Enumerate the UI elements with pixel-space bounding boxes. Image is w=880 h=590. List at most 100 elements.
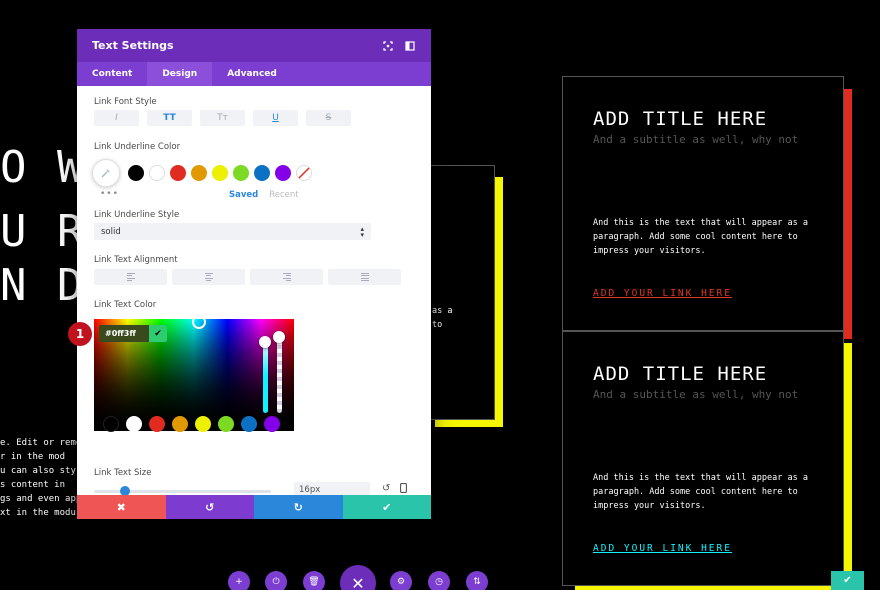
background-paragraph: e. Edit or remo r in the mod u can also … — [0, 436, 80, 520]
color-swatch[interactable] — [275, 165, 291, 181]
paragraph-line: r in the mod — [0, 452, 66, 462]
align-justify-icon — [360, 272, 369, 282]
alignment-buttons — [94, 269, 401, 285]
more-colors-icon[interactable]: ••• — [100, 189, 119, 199]
trash-icon[interactable]: 🗑 — [303, 571, 325, 590]
link-text-size-label: Link Text Size — [94, 468, 152, 478]
save-page-button[interactable]: ✔ — [831, 571, 864, 590]
link-text-alignment-label: Link Text Alignment — [94, 255, 178, 265]
reset-icon[interactable]: ↺ — [382, 483, 390, 494]
color-swatch[interactable] — [233, 165, 249, 181]
color-swatch[interactable] — [170, 165, 186, 181]
align-center-button[interactable] — [172, 269, 245, 285]
card-body: And this is the text that will appear as… — [593, 218, 808, 256]
underline-style-select[interactable]: solid ▴ ▾ — [94, 223, 371, 240]
save-button[interactable]: ✔ — [342, 495, 431, 519]
cancel-button[interactable]: ✖ — [77, 495, 166, 519]
redo-button[interactable]: ↻ — [254, 495, 343, 519]
align-left-icon — [126, 272, 135, 282]
align-right-button[interactable] — [250, 269, 323, 285]
hue-slider[interactable] — [263, 337, 268, 413]
middle-card[interactable]: as a to — [425, 165, 495, 420]
color-swatch[interactable] — [264, 416, 280, 432]
color-swatch[interactable] — [241, 416, 257, 432]
history-icon[interactable]: ◷ — [428, 571, 450, 590]
step-badge: 1 — [68, 322, 92, 346]
align-left-button[interactable] — [94, 269, 167, 285]
eyedropper-icon[interactable] — [92, 159, 120, 187]
sort-icon[interactable]: ⇅ — [466, 571, 488, 590]
color-swatch[interactable] — [149, 165, 165, 181]
responsive-phone-icon[interactable] — [400, 483, 407, 495]
add-icon[interactable]: + — [228, 571, 250, 590]
text-size-slider-knob[interactable] — [120, 486, 130, 495]
paragraph-line: e. Edit or remo — [0, 438, 80, 448]
hex-value: #0ff3ff — [105, 329, 136, 338]
text-size-input[interactable]: 16px — [294, 482, 370, 495]
saved-recent-toggle: Saved Recent — [229, 190, 299, 200]
opacity-slider[interactable] — [277, 337, 282, 413]
uppercase-button[interactable]: TT — [147, 110, 192, 126]
card-subtitle: And a subtitle as well, why not — [593, 388, 799, 401]
align-center-icon — [204, 272, 213, 282]
clear-color-icon[interactable] — [296, 165, 312, 181]
color-picker[interactable]: #0ff3ff ✔ — [94, 315, 294, 432]
color-swatch[interactable] — [149, 416, 165, 432]
underline-color-swatches — [128, 165, 312, 181]
font-style-buttons: I TT Tт U S — [94, 110, 351, 126]
hue-slider-knob[interactable] — [259, 336, 271, 348]
card-body: And this is the text that will appear as… — [593, 473, 808, 511]
italic-button[interactable]: I — [94, 110, 139, 126]
color-swatch[interactable] — [254, 165, 270, 181]
select-arrows-icon: ▴ ▾ — [360, 224, 364, 239]
hex-input[interactable]: #0ff3ff ✔ — [99, 325, 167, 342]
link-underline-style-label: Link Underline Style — [94, 210, 180, 220]
paragraph-line: s content in — [0, 480, 66, 490]
power-icon[interactable]: ⏻ — [265, 571, 287, 590]
link-text-color-label: Link Text Color — [94, 300, 157, 310]
color-swatch[interactable] — [218, 416, 234, 432]
gear-icon[interactable]: ⚙ — [390, 571, 412, 590]
undo-button[interactable]: ↺ — [165, 495, 254, 519]
heading-line: N D — [0, 260, 86, 311]
color-swatch[interactable] — [195, 416, 211, 432]
color-swatch[interactable] — [128, 165, 144, 181]
card-link[interactable]: ADD YOUR LINK HERE — [593, 543, 732, 554]
modal-body: Link Font Style I TT Tт U S Link Underli… — [77, 29, 431, 495]
align-justify-button[interactable] — [328, 269, 401, 285]
check-icon[interactable]: ✔ — [149, 325, 167, 342]
card-title: ADD TITLE HERE — [593, 363, 768, 385]
card-2[interactable]: ADD TITLE HERE And a subtitle as well, w… — [562, 331, 844, 586]
card-link[interactable]: ADD YOUR LINK HERE — [593, 288, 732, 299]
capitalize-button[interactable]: Tт — [200, 110, 245, 126]
align-right-icon — [282, 272, 291, 282]
close-icon[interactable]: ✕ — [340, 565, 376, 590]
recent-colors-tab[interactable]: Recent — [269, 190, 298, 200]
underline-button[interactable]: U — [253, 110, 298, 126]
color-swatch[interactable] — [191, 165, 207, 181]
heading-line: O W — [0, 142, 86, 193]
saved-colors-tab[interactable]: Saved — [229, 190, 258, 200]
color-swatch[interactable] — [126, 416, 142, 432]
text-settings-modal: Text Settings Content Design Advanced Li… — [77, 29, 431, 519]
opacity-slider-knob[interactable] — [273, 331, 285, 343]
strikethrough-button[interactable]: S — [306, 110, 351, 126]
color-swatch[interactable] — [103, 416, 119, 432]
link-font-style-label: Link Font Style — [94, 97, 157, 107]
text-size-slider[interactable] — [94, 486, 271, 495]
modal-footer: ✖ ↺ ↻ ✔ — [77, 495, 431, 519]
middle-card-text: as a — [432, 306, 453, 316]
picker-handle[interactable] — [192, 315, 206, 329]
card-1[interactable]: ADD TITLE HERE And a subtitle as well, w… — [562, 76, 844, 331]
paragraph-line: gs and even app — [0, 494, 80, 504]
link-underline-color-label: Link Underline Color — [94, 142, 181, 152]
paragraph-line: xt in the modu — [0, 508, 76, 518]
card-title: ADD TITLE HERE — [593, 108, 768, 130]
color-swatch[interactable] — [212, 165, 228, 181]
text-color-swatches — [103, 416, 280, 432]
select-value: solid — [101, 226, 121, 237]
paragraph-line: u can also sty — [0, 466, 76, 476]
middle-card-text: to — [432, 320, 443, 330]
color-swatch[interactable] — [172, 416, 188, 432]
card-subtitle: And a subtitle as well, why not — [593, 133, 799, 146]
